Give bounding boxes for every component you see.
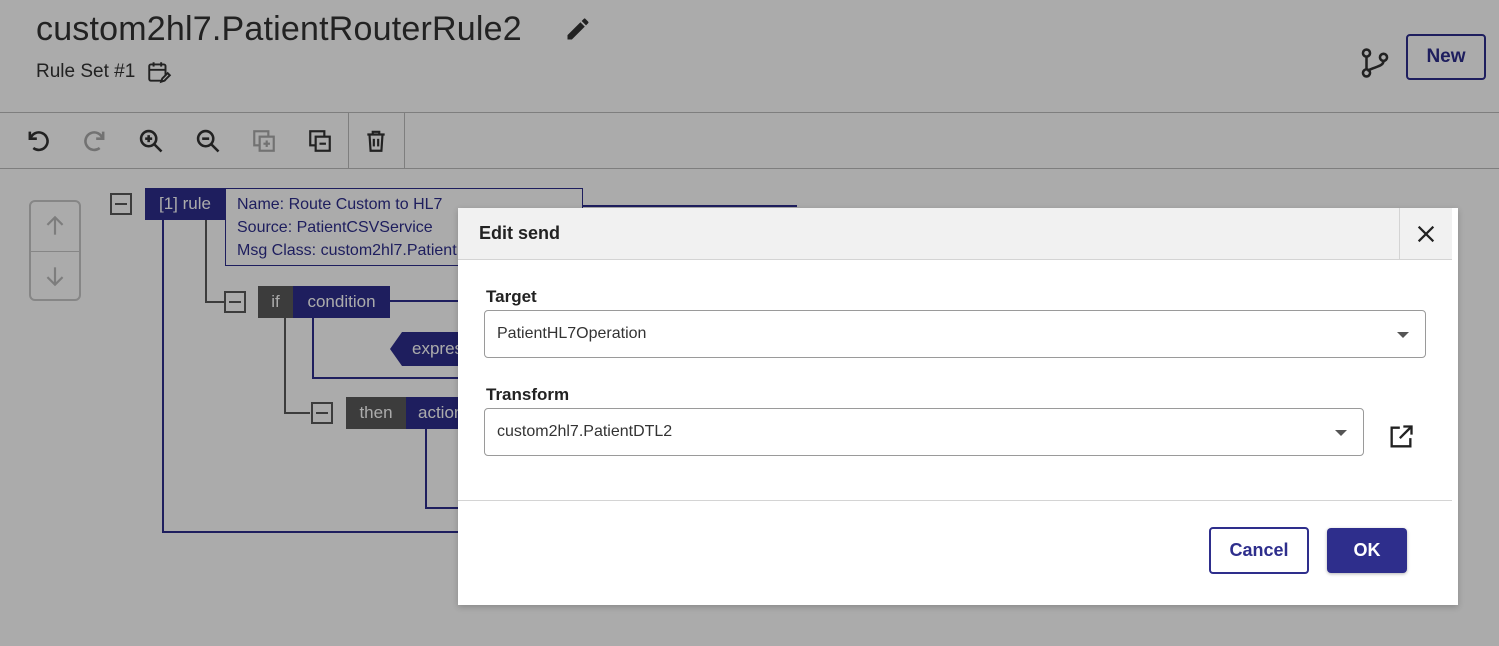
- ok-button[interactable]: OK: [1327, 528, 1407, 573]
- cancel-button[interactable]: Cancel: [1209, 527, 1309, 574]
- transform-select[interactable]: custom2hl7.PatientDTL2: [484, 408, 1364, 456]
- target-select[interactable]: PatientHL7Operation: [484, 310, 1426, 358]
- close-icon: [1417, 225, 1435, 243]
- dialog-header: Edit send: [458, 208, 1452, 260]
- open-external-icon[interactable]: [1386, 422, 1416, 452]
- close-button[interactable]: [1399, 208, 1452, 260]
- dialog-title: Edit send: [479, 223, 561, 243]
- chevron-down-icon: [1397, 332, 1409, 338]
- transform-value: custom2hl7.PatientDTL2: [497, 423, 673, 440]
- dialog-divider: [458, 500, 1452, 501]
- chevron-down-icon: [1335, 430, 1347, 436]
- edit-send-dialog: Edit send Target PatientHL7Operation Tra…: [458, 208, 1458, 605]
- target-value: PatientHL7Operation: [497, 325, 647, 342]
- transform-label: Transform: [486, 385, 570, 404]
- target-label: Target: [486, 287, 537, 306]
